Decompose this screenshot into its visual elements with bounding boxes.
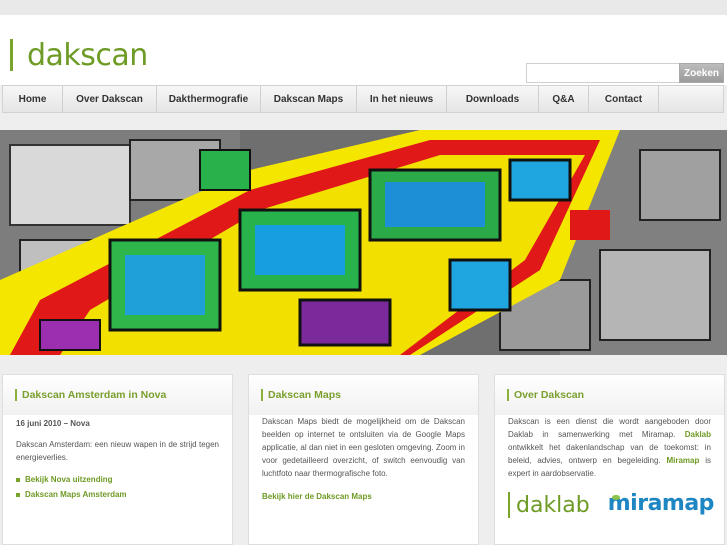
about-panel-header: Over Dakscan — [495, 375, 724, 415]
news-links: Bekijk Nova uitzending Dakscan Maps Amst… — [16, 473, 219, 501]
link-nova-uitzending[interactable]: Bekijk Nova uitzending — [25, 473, 113, 486]
logo-text: dakscan — [27, 37, 148, 73]
link-miramap[interactable]: Miramap — [666, 456, 699, 465]
site-logo[interactable]: dakscan — [10, 35, 148, 75]
header: dakscan Zoeken — [0, 15, 727, 85]
about-text-part-1: Dakscan is een dienst die wordt aangebod… — [508, 417, 711, 439]
news-panel: Dakscan Amsterdam in Nova 16 juni 2010 –… — [2, 374, 233, 545]
nav-item-contact[interactable]: Contact — [589, 86, 659, 112]
daklab-logo-text: daklab — [516, 492, 590, 518]
daklab-logo[interactable]: daklab — [508, 492, 590, 518]
nav-item-over-dakscan[interactable]: Over Dakscan — [63, 86, 157, 112]
main-nav: Home Over Dakscan Dakthermografie Daksca… — [2, 85, 724, 113]
heading-bar — [261, 389, 263, 401]
search-input[interactable] — [526, 63, 679, 83]
bullet-square-icon — [16, 477, 20, 482]
search-form: Zoeken — [526, 63, 724, 83]
top-band — [0, 0, 727, 15]
list-item: Dakscan Maps Amsterdam — [16, 488, 219, 501]
nav-item-dakscan-maps[interactable]: Dakscan Maps — [261, 86, 357, 112]
link-maps-amsterdam[interactable]: Dakscan Maps Amsterdam — [25, 488, 127, 501]
nav-item-in-het-nieuws[interactable]: In het nieuws — [357, 86, 447, 112]
nav-item-downloads[interactable]: Downloads — [447, 86, 539, 112]
maps-panel-title: Dakscan Maps — [268, 389, 341, 401]
news-panel-title: Dakscan Amsterdam in Nova — [22, 389, 167, 401]
thermal-image-graphic — [0, 130, 727, 355]
about-panel-title: Over Dakscan — [514, 389, 585, 401]
miramap-logo[interactable]: miramap — [608, 492, 715, 514]
logo-bar — [508, 492, 510, 518]
nav-item-qa[interactable]: Q&A — [539, 86, 589, 112]
link-daklab[interactable]: Daklab — [685, 430, 711, 439]
maps-text: Dakscan Maps biedt de mogelijkheid om de… — [262, 417, 465, 478]
link-dakscan-maps[interactable]: Bekijk hier de Dakscan Maps — [262, 492, 372, 501]
maps-panel-header: Dakscan Maps — [249, 375, 478, 415]
miramap-logo-text: miramap — [607, 490, 715, 516]
hero-thermal-image — [0, 130, 727, 355]
about-text: Dakscan is een dienst die wordt aangebod… — [508, 415, 711, 480]
maps-panel: Dakscan Maps Dakscan Maps biedt de mogel… — [248, 374, 479, 545]
list-item: Bekijk Nova uitzending — [16, 473, 219, 486]
heading-bar — [15, 389, 17, 401]
nav-item-dakthermografie[interactable]: Dakthermografie — [157, 86, 261, 112]
bullet-square-icon — [16, 492, 20, 497]
news-text: Dakscan Amsterdam: een nieuw wapen in de… — [16, 440, 219, 462]
about-panel: Over Dakscan Dakscan is een dienst die w… — [494, 374, 725, 545]
news-date: 16 juni 2010 – Nova — [16, 419, 90, 428]
partner-logos: daklab miramap — [508, 492, 715, 518]
news-panel-header: Dakscan Amsterdam in Nova — [3, 375, 232, 415]
logo-bar — [10, 39, 13, 71]
heading-bar — [507, 389, 509, 401]
nav-item-home[interactable]: Home — [3, 86, 63, 112]
search-button[interactable]: Zoeken — [679, 63, 724, 83]
miramap-leaf-icon — [611, 494, 620, 500]
